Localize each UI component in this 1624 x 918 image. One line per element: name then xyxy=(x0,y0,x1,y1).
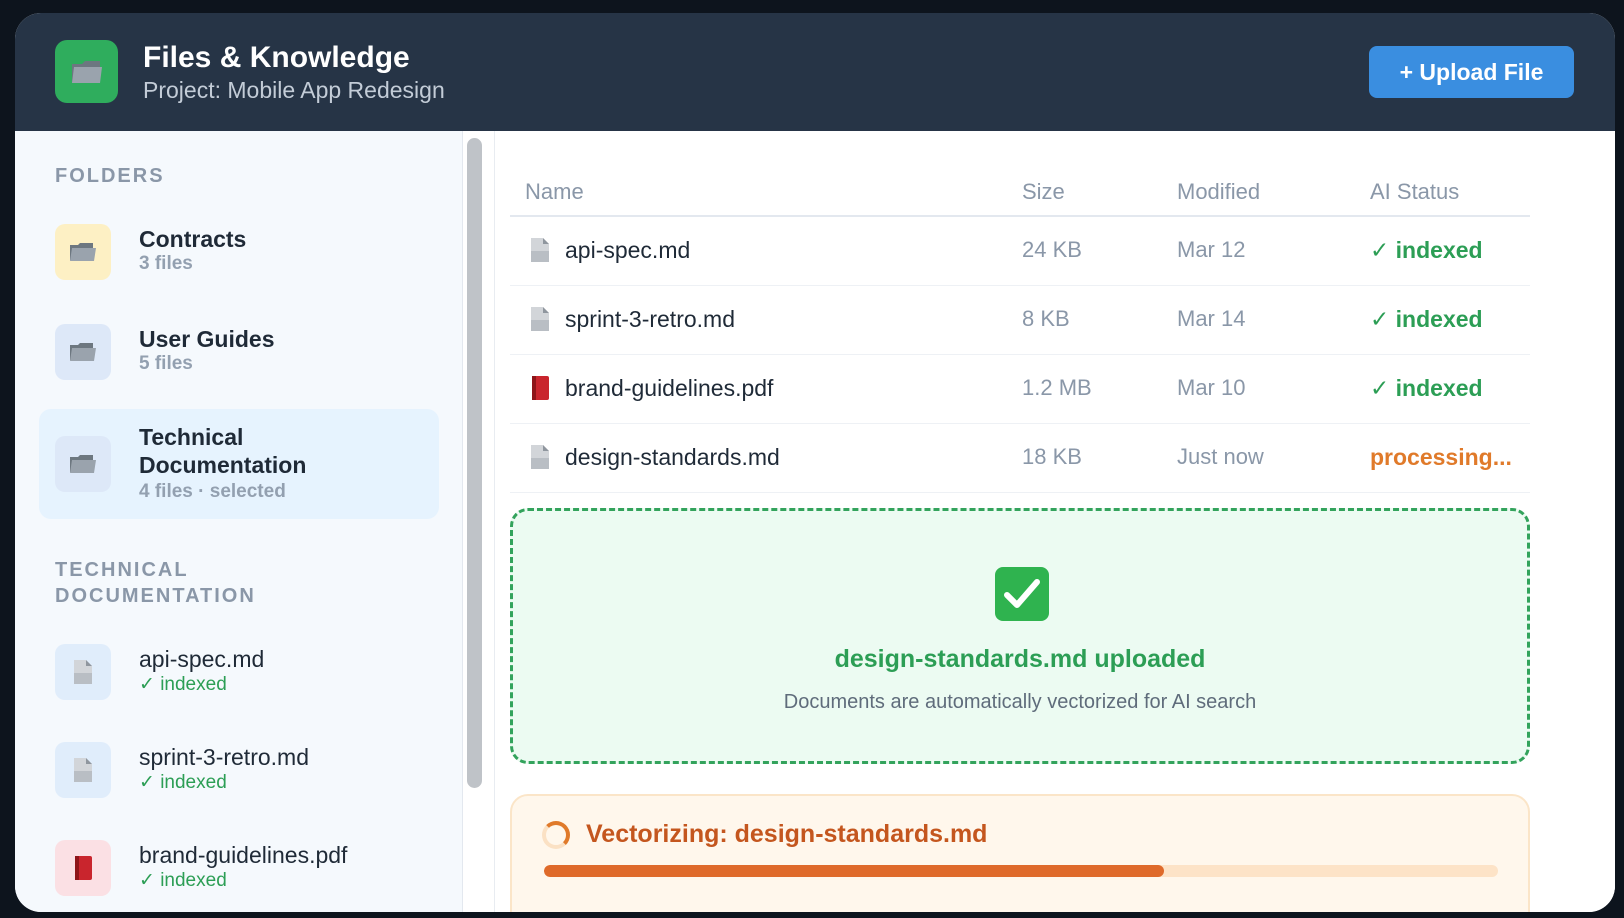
sidebar-file-sprint-3-retro[interactable]: sprint-3-retro.md ✓ indexed xyxy=(39,729,439,811)
file-modified: Just now xyxy=(1177,444,1264,469)
column-header-ai-status[interactable]: AI Status xyxy=(1370,179,1459,205)
table-row[interactable]: api-spec.md 24 KB Mar 12 ✓ indexed xyxy=(510,217,1530,286)
folder-icon xyxy=(55,224,111,280)
folder-file-count: 3 files xyxy=(139,253,193,274)
upload-dropzone[interactable]: design-standards.md uploaded Documents a… xyxy=(510,508,1530,764)
file-status: ✓ indexed xyxy=(139,870,227,891)
folder-name: Contracts xyxy=(139,226,247,252)
sidebar-file-brand-guidelines[interactable]: brand-guidelines.pdf ✓ indexed xyxy=(39,827,439,909)
document-icon xyxy=(55,742,111,798)
column-header-modified[interactable]: Modified xyxy=(1177,179,1260,205)
sidebar-file-api-spec[interactable]: api-spec.md ✓ indexed xyxy=(39,631,439,713)
document-icon xyxy=(531,307,549,331)
folder-name: Technical Documentation xyxy=(139,424,307,478)
file-modified: Mar 14 xyxy=(1177,306,1246,331)
progress-bar-fill xyxy=(544,865,1165,877)
table-row[interactable]: design-standards.md 18 KB Just now proce… xyxy=(510,424,1530,493)
upload-success-description: Documents are automatically vectorized f… xyxy=(783,691,1257,713)
sidebar-folder-technical-documentation[interactable]: Technical Documentation 4 files · select… xyxy=(39,409,439,519)
column-header-name[interactable]: Name xyxy=(525,179,584,205)
book-icon xyxy=(55,840,111,896)
file-size: 8 KB xyxy=(1022,306,1070,331)
sidebar-folder-user-guides[interactable]: User Guides 5 files xyxy=(39,311,439,393)
file-name: api-spec.md xyxy=(139,646,265,672)
document-icon xyxy=(531,445,549,469)
folder-file-count: 4 files · selected xyxy=(139,481,286,502)
document-icon xyxy=(531,238,549,262)
ai-status-badge: processing... xyxy=(1370,444,1512,470)
table-row[interactable]: brand-guidelines.pdf 1.2 MB Mar 10 ✓ ind… xyxy=(510,355,1530,424)
folder-icon xyxy=(55,324,111,380)
ai-status-badge: ✓ indexed xyxy=(1370,237,1483,263)
ai-status-badge: ✓ indexed xyxy=(1370,375,1483,401)
file-size: 24 KB xyxy=(1022,237,1082,262)
sidebar-scrollbar-thumb[interactable] xyxy=(467,138,482,788)
column-header-size[interactable]: Size xyxy=(1022,179,1065,205)
page-title: Files & Knowledge xyxy=(143,41,410,74)
file-name: sprint-3-retro.md xyxy=(565,306,735,332)
file-size: 1.2 MB xyxy=(1022,375,1092,400)
upload-file-button[interactable]: + Upload File xyxy=(1369,46,1574,98)
file-status: ✓ indexed xyxy=(139,772,227,793)
folders-section-label: FOLDERS xyxy=(55,165,165,187)
folder-file-count: 5 files xyxy=(139,353,193,374)
files-section-label: TECHNICAL DOCUMENTATION xyxy=(55,559,256,607)
sidebar: FOLDERS Contracts 3 files User Guides 5 … xyxy=(15,131,463,912)
progress-title: Vectorizing: design-standards.md xyxy=(586,820,988,848)
book-icon xyxy=(532,376,549,400)
spinner-icon xyxy=(542,821,570,849)
folder-icon xyxy=(55,40,118,103)
folder-icon xyxy=(55,436,111,492)
progress-bar xyxy=(544,865,1498,877)
file-list-panel: Name Size Modified AI Status api-spec.md… xyxy=(495,131,1615,912)
file-modified: Mar 10 xyxy=(1177,375,1246,400)
upload-success-title: design-standards.md uploaded xyxy=(834,645,1206,673)
file-status: ✓ indexed xyxy=(139,674,227,695)
ai-status-badge: ✓ indexed xyxy=(1370,306,1483,332)
file-size: 18 KB xyxy=(1022,444,1082,469)
file-modified: Mar 12 xyxy=(1177,237,1246,262)
app-window: Files & Knowledge Project: Mobile App Re… xyxy=(15,13,1615,912)
check-mark-icon xyxy=(995,567,1049,621)
project-subtitle: Project: Mobile App Redesign xyxy=(143,77,445,103)
header: Files & Knowledge Project: Mobile App Re… xyxy=(15,13,1615,131)
sidebar-folder-contracts[interactable]: Contracts 3 files xyxy=(39,211,439,293)
folder-name: User Guides xyxy=(139,326,275,352)
file-name: brand-guidelines.pdf xyxy=(139,842,348,868)
table-row[interactable]: sprint-3-retro.md 8 KB Mar 14 ✓ indexed xyxy=(510,286,1530,355)
file-name: design-standards.md xyxy=(565,444,780,470)
file-name: brand-guidelines.pdf xyxy=(565,375,774,401)
file-name: api-spec.md xyxy=(565,237,691,263)
document-icon xyxy=(55,644,111,700)
file-name: sprint-3-retro.md xyxy=(139,744,309,770)
vectorizing-progress-card: Vectorizing: design-standards.md xyxy=(510,794,1530,912)
